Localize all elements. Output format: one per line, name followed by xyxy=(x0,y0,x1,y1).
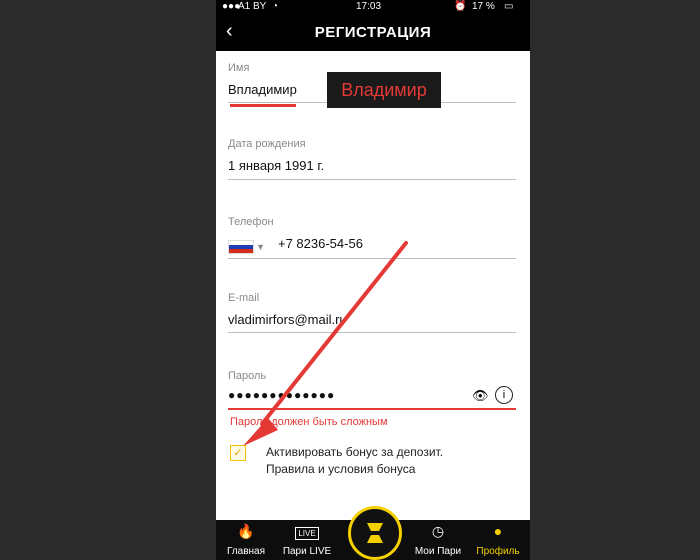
annotation-arrow-icon xyxy=(243,241,408,446)
